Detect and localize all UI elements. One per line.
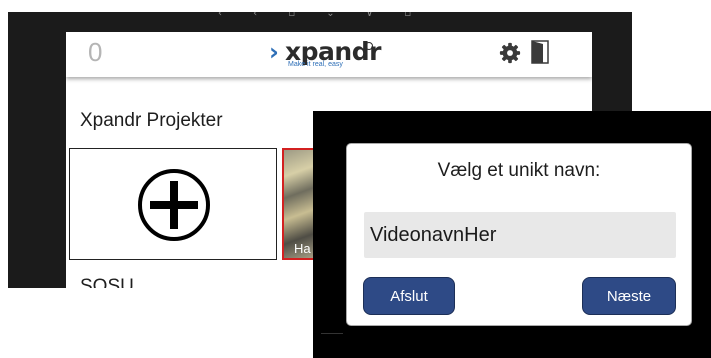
dialog-screenshot: Vælg et unikt navn: Afslut Næste (313, 111, 711, 358)
projects-heading: Xpandr Projekter (80, 110, 223, 131)
category-heading: SOSU (80, 276, 134, 288)
top-bar: 0 › xpandr Make it real, easy (66, 32, 592, 77)
next-button[interactable]: Næste (582, 277, 676, 315)
project-thumbnail-label: Ha (294, 241, 311, 256)
name-dialog: Vælg et unikt navn: Afslut Næste (346, 143, 692, 326)
status-bar-icons: ‹ ‹ ▫ ⌄ ∨ ▫ (218, 12, 426, 19)
xpandr-logo: › xpandr Make it real, easy (269, 37, 381, 72)
registered-icon (365, 42, 373, 50)
dialog-title: Vælg et unikt navn: (437, 160, 601, 181)
add-project-button[interactable] (69, 148, 277, 260)
gear-icon[interactable] (499, 42, 521, 64)
counter-value: 0 (88, 37, 103, 67)
logo-x-mark: › (269, 38, 279, 66)
exit-door-icon[interactable] (531, 40, 549, 64)
status-bar: ‹ ‹ ▫ ⌄ ∨ ▫ (8, 12, 632, 32)
plus-circle-icon (138, 169, 210, 241)
cancel-button[interactable]: Afslut (363, 277, 455, 315)
logo-tagline: Make it real, easy (288, 61, 343, 68)
video-name-input[interactable] (364, 212, 676, 258)
divider (321, 333, 343, 334)
